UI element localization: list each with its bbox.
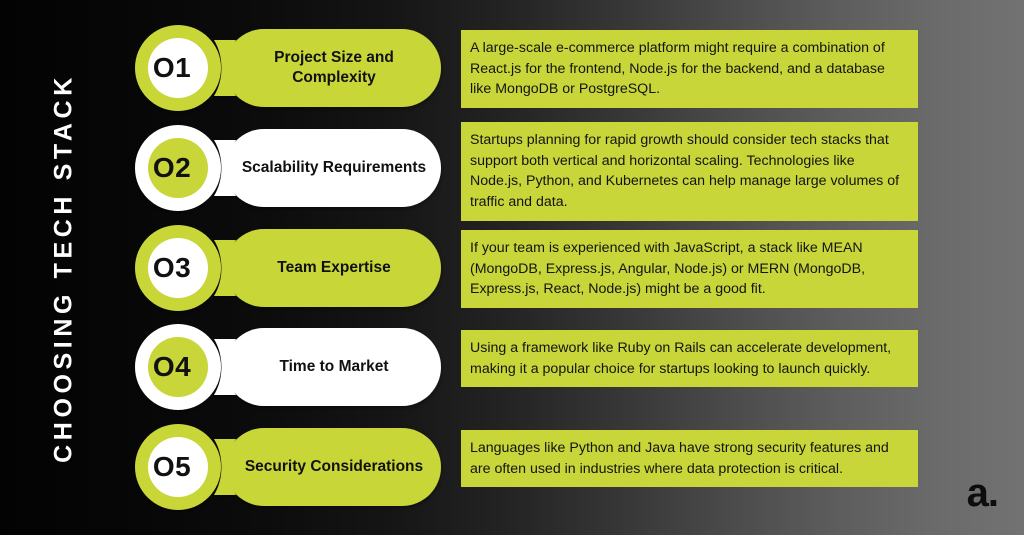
step-title: Project Size and Complexity [274,49,394,86]
step-description: A large-scale e-commerce platform might … [461,30,918,108]
infographic-canvas: CHOOSING TECH STACK O1 Project Size and C… [0,0,1024,535]
step-description: If your team is experienced with JavaScr… [461,230,918,308]
step-number: O1 [152,52,192,83]
step-title: Scalability Requirements [241,159,427,177]
step-number: O4 [152,351,192,382]
step-number: O5 [152,451,192,482]
step-title: Time to Market [279,358,389,376]
step-number: O3 [152,252,192,283]
step-number: O2 [152,152,192,183]
step-title: Team Expertise [277,259,391,277]
step-title: Security Considerations [244,458,424,476]
brand-logo: a. [966,471,999,515]
step-description: Startups planning for rapid growth shoul… [461,122,918,221]
step-description: Languages like Python and Java have stro… [461,430,918,488]
step-description: Using a framework like Ruby on Rails can… [461,330,918,388]
